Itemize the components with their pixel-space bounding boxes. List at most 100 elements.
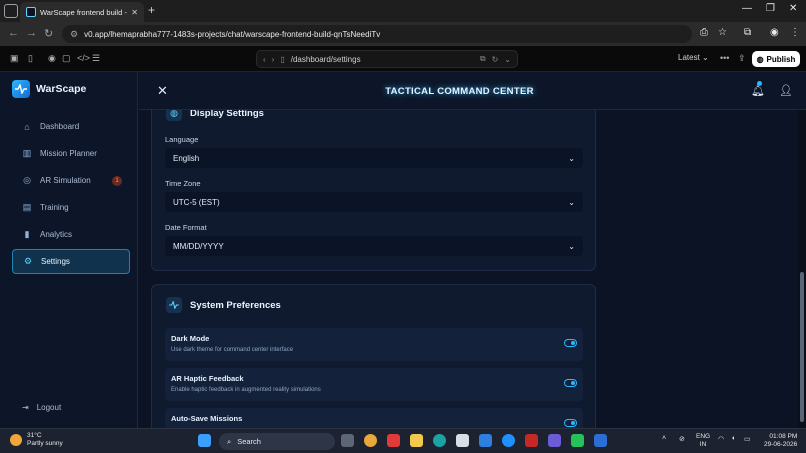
share-icon[interactable]: ⇪ — [738, 53, 746, 64]
activity-logo-icon — [12, 80, 30, 98]
show-hidden-icons-icon[interactable]: ˄ — [662, 435, 666, 442]
haptic-feedback-toggle[interactable] — [564, 379, 577, 387]
profile-icon[interactable]: ◉ — [770, 27, 779, 38]
tab-close-icon[interactable]: ✕ — [131, 8, 138, 17]
sidebar-item-ar-simulation[interactable]: ◎ AR Simulation 1 — [12, 168, 130, 193]
brand[interactable]: WarScape — [12, 80, 86, 98]
system-preferences-header: System Preferences — [166, 297, 281, 313]
app-red-icon[interactable] — [387, 434, 400, 447]
notifications-bell-icon[interactable]: 🔔︎ — [751, 81, 765, 97]
partly-sunny-icon — [10, 434, 22, 446]
help-icon[interactable] — [502, 434, 515, 447]
device-dropdown-icon[interactable]: ⌄ — [504, 55, 511, 64]
notification-dot — [757, 81, 762, 86]
sidebar-item-training[interactable]: ▤ Training — [12, 195, 130, 220]
extensions-icon[interactable]: ⧉ — [744, 27, 751, 38]
install-app-icon[interactable]: ⎙ — [700, 27, 708, 38]
page-scrollbar[interactable] — [798, 110, 806, 428]
tab-actions-icon[interactable] — [4, 4, 18, 18]
mcafee-icon[interactable] — [525, 434, 538, 447]
mail-icon[interactable] — [479, 434, 492, 447]
timezone-label: Time Zone — [165, 179, 201, 188]
timezone-select[interactable]: UTC-5 (EST) ⌄ — [165, 192, 583, 212]
bookmark-star-icon[interactable]: ☆ — [718, 27, 727, 38]
site-info-icon[interactable]: ⚙ — [70, 29, 78, 40]
window-close-icon[interactable]: ✕ — [789, 3, 797, 14]
url-bar[interactable]: ⚙ v0.app/lhemaprabha777-1483s-projects/c… — [62, 25, 692, 43]
task-view-icon[interactable] — [341, 434, 354, 447]
more-options-icon[interactable]: ••• — [720, 53, 729, 63]
taskbar-search[interactable]: ⌕ Search — [219, 433, 335, 450]
date-format-select[interactable]: MM/DD/YYYY ⌄ — [165, 236, 583, 256]
browser-tab[interactable]: WarScape frontend build - v0 b ✕ — [20, 2, 144, 22]
code-icon[interactable]: </> — [77, 53, 90, 63]
language-indicator[interactable]: ENG IN — [696, 433, 710, 449]
auto-save-toggle[interactable] — [564, 419, 577, 427]
database-icon[interactable]: ☰ — [92, 53, 100, 64]
bar-chart-icon: ▮ — [24, 229, 30, 239]
volume-icon[interactable]: ◖ — [731, 435, 735, 442]
refresh-preview-icon[interactable]: ↻ — [492, 55, 499, 64]
maximize-icon[interactable]: ❐ — [766, 3, 775, 14]
logout-button[interactable]: ⇥ Logout — [22, 403, 61, 412]
chrome-icon[interactable] — [364, 434, 377, 447]
path-back-icon[interactable]: ‹ — [263, 55, 266, 64]
url-text: v0.app/lhemaprabha777-1483s-projects/cha… — [84, 29, 381, 39]
open-external-icon[interactable]: ⧉ — [480, 54, 486, 64]
back-icon[interactable]: ← — [8, 27, 19, 39]
sidebar-item-analytics[interactable]: ▮ Analytics — [12, 222, 130, 247]
tab-title: WarScape frontend build - v0 b — [40, 7, 127, 17]
preview-eye-icon[interactable]: ◉ — [48, 53, 56, 64]
path-forward-icon[interactable]: › — [272, 55, 275, 64]
store-icon[interactable] — [456, 434, 469, 447]
pref-title: Auto-Save Missions — [171, 414, 243, 423]
edge-icon[interactable] — [433, 434, 446, 447]
language-label: Language — [165, 135, 199, 144]
sidebar-item-settings[interactable]: ⚙ Settings — [12, 249, 130, 274]
forward-icon[interactable]: → — [26, 27, 37, 39]
page-icon: ▯ — [280, 54, 285, 64]
new-tab-icon[interactable]: + — [148, 3, 155, 17]
globe-icon: ◍ — [756, 54, 764, 64]
app-blue-icon[interactable] — [594, 434, 607, 447]
weather-widget[interactable]: 31°C Partly sunny — [10, 432, 63, 448]
system-preferences-title: System Preferences — [190, 299, 281, 311]
layout-icon[interactable]: ▯ — [28, 53, 33, 64]
sidebar-item-mission-planner[interactable]: ▥ Mission Planner — [12, 141, 130, 166]
site-favicon-icon — [26, 7, 36, 17]
browser-menu-icon[interactable]: ⋮ — [790, 27, 800, 38]
activity-icon — [166, 297, 182, 313]
publish-button[interactable]: ◍ Publish — [752, 51, 800, 67]
user-profile-icon[interactable]: 👤︎ — [779, 84, 793, 97]
minimize-icon[interactable]: — — [742, 3, 752, 14]
reload-icon[interactable]: ↻ — [44, 27, 53, 40]
windows-start-icon[interactable] — [198, 434, 211, 447]
target-icon: ◎ — [23, 175, 31, 185]
gear-icon: ⚙ — [23, 256, 33, 266]
network-off-icon[interactable]: ⊘ — [679, 435, 685, 443]
version-selector[interactable]: Latest ⌄ — [678, 53, 709, 62]
globe-icon: ◍ — [166, 110, 182, 121]
brand-name: WarScape — [36, 83, 87, 95]
scrollbar-thumb[interactable] — [800, 272, 804, 422]
display-settings-card: ◍ Display Settings Language English ⌄ Ti… — [151, 110, 596, 271]
file-explorer-icon[interactable] — [410, 434, 423, 447]
page-title: TACTICAL COMMAND CENTER — [385, 86, 534, 97]
address-bar-row: ← → ↻ ⚙ v0.app/lhemaprabha777-1483s-proj… — [0, 22, 806, 46]
pref-title: AR Haptic Feedback — [171, 374, 244, 383]
panel-toggle-icon[interactable]: ▣ — [10, 53, 19, 64]
whatsapp-icon[interactable] — [571, 434, 584, 447]
copilot-icon[interactable] — [548, 434, 561, 447]
browser-tab-strip: WarScape frontend build - v0 b ✕ + — ❐ ✕ — [0, 0, 806, 22]
sidebar-item-dashboard[interactable]: ⌂ Dashboard — [12, 114, 130, 139]
pref-dark-mode: Dark Mode Use dark theme for command cen… — [165, 328, 583, 361]
taskbar-clock[interactable]: 01:08 PM 29-06-2026 — [764, 433, 797, 449]
chat-icon[interactable]: ▢ — [62, 53, 71, 64]
weather-desc: Partly sunny — [27, 440, 63, 447]
wifi-icon[interactable]: ◠ — [718, 435, 724, 443]
v0-toolbar: ▣ ▯ ◉ ▢ </> ☰ ‹ › ▯ /dashboard/settings … — [0, 46, 806, 72]
language-select[interactable]: English ⌄ — [165, 148, 583, 168]
dark-mode-toggle[interactable] — [564, 339, 577, 347]
preview-path-bar[interactable]: ‹ › ▯ /dashboard/settings ⧉ ↻ ⌄ — [256, 50, 518, 68]
battery-icon[interactable]: ▭ — [744, 435, 751, 443]
